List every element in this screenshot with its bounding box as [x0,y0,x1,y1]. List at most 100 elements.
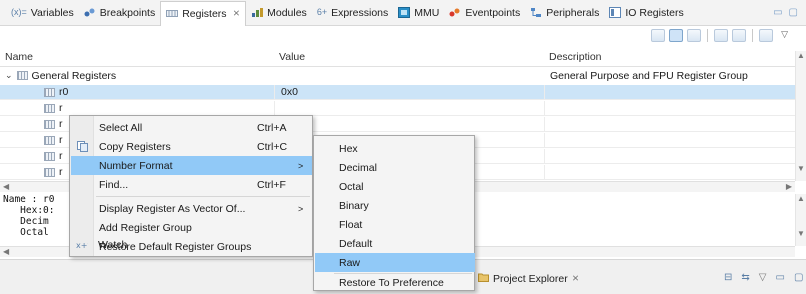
menu-item-display-as-vector[interactable]: Display Register As Vector Of... > [71,199,312,218]
variables-icon: (x)= [11,7,27,17]
minimize-icon[interactable]: ▭ [775,272,784,283]
view-menu-icon[interactable]: ▽ [759,272,767,283]
register-icon [44,151,55,161]
menu-item-label: Display Register As Vector Of... [99,202,246,215]
tab-eventpoints[interactable]: Eventpoints [444,2,525,24]
register-value[interactable] [274,117,544,131]
close-icon[interactable]: ⨯ [233,8,241,19]
menu-item-label: Default [339,237,373,250]
menu-item-label: Float [339,218,363,231]
register-name: r [59,134,63,146]
link-editor-icon[interactable]: ⇆ [741,272,749,283]
menu-item-label: Hex [339,142,358,155]
menu-item-find[interactable]: Find... Ctrl+F [71,175,312,194]
menu-item-shortcut: Ctrl+A [257,121,287,134]
toolbar-divider [752,29,754,42]
view-tab-bar: (x)= Variables Breakpoints Registers ⨯ M… [0,0,806,26]
horizontal-layout-icon[interactable] [669,29,684,42]
tab-peripherals[interactable]: Peripherals [525,2,604,24]
menu-item-label: Find... [99,178,129,191]
register-group-row[interactable]: ⌄ General Registers General Purpose and … [0,68,795,83]
scroll-down-icon[interactable]: ▼ [796,164,806,173]
tab-label: Variables [30,6,74,19]
format-option-raw[interactable]: Raw [315,253,475,272]
format-option-decimal[interactable]: Decimal [315,158,475,177]
format-option-restore-preference[interactable]: Restore To Preference [315,273,475,292]
register-name: r [59,150,63,162]
vertical-layout-icon[interactable] [687,29,702,42]
view-menu-icon[interactable]: ▽ [781,29,788,42]
menu-item-label: Decimal [339,161,377,174]
tab-registers[interactable]: Registers ⨯ [160,0,247,26]
format-option-float[interactable]: Float [315,215,475,234]
settings-icon[interactable] [759,29,774,42]
tab-project-explorer[interactable]: Project Explorer ⨯ [478,272,579,285]
group-description: General Purpose and FPU Register Group [550,69,748,82]
column-header-value[interactable]: Value [274,51,544,66]
register-value[interactable] [274,101,544,115]
format-option-default[interactable]: Default [315,234,475,253]
tab-io-registers[interactable]: IO Registers [604,2,688,24]
table-row[interactable]: r0 0x0 [0,85,795,100]
register-value[interactable]: 0x0 [274,85,544,99]
scroll-up-icon[interactable]: ▲ [796,194,806,203]
collapse-all-icon[interactable] [714,29,729,42]
format-option-binary[interactable]: Binary [315,196,475,215]
expressions-icon: 6+ [316,7,328,17]
tab-variables[interactable]: (x)= Variables [6,2,79,24]
collapse-all-icon[interactable]: ⊟ [724,272,732,283]
tab-breakpoints[interactable]: Breakpoints [79,2,160,24]
io-registers-icon [609,7,622,18]
menu-item-shortcut: Ctrl+C [257,140,288,153]
scroll-up-icon[interactable]: ▲ [796,51,806,60]
tab-modules[interactable]: Modules [246,2,312,24]
menu-item-select-all[interactable]: Select All Ctrl+A [71,118,312,137]
menu-item-watch[interactable]: x+y Watch [70,235,311,254]
menu-item-label: Number Format [99,159,173,172]
scroll-down-icon[interactable]: ▼ [796,229,806,238]
tab-mmu[interactable]: MMU [393,2,444,24]
format-option-octal[interactable]: Octal [315,177,475,196]
group-name: General Registers [31,69,117,82]
window-controls: ▭ ▢ [773,7,798,18]
modules-icon [251,7,264,18]
new-group-icon[interactable] [732,29,747,42]
table-vertical-scrollbar[interactable]: ▲ ▼ [795,51,806,181]
breakpoints-icon [84,7,96,18]
chevron-down-icon[interactable]: ⌄ [5,70,13,81]
format-option-hex[interactable]: Hex [315,139,475,158]
scroll-left-icon[interactable]: ◀ [3,247,9,256]
maximize-icon[interactable]: ▢ [789,7,798,18]
scroll-right-icon[interactable]: ▶ [786,182,792,191]
menu-item-label: Raw [339,256,361,269]
tab-label: MMU [414,6,440,19]
peripherals-icon [530,7,542,18]
scroll-left-icon[interactable]: ◀ [3,182,9,191]
menu-item-copy-registers[interactable]: Copy Registers Ctrl+C [71,137,312,156]
minimize-icon[interactable]: ▭ [773,7,782,18]
column-header-name[interactable]: Name [0,51,274,66]
menu-item-label: Restore To Preference [339,276,444,289]
registers-icon [166,8,179,19]
table-header: Name Value Description [0,51,795,67]
layout-icon[interactable] [651,29,666,42]
register-name: r [59,166,63,178]
registers-toolbar: ▽ [651,29,788,42]
tab-expressions[interactable]: 6+ Expressions [312,2,393,24]
tab-label: Project Explorer [493,272,568,285]
menu-item-number-format[interactable]: Number Format > [71,156,312,175]
menu-item-label: Add Register Group [99,221,192,234]
table-row[interactable]: r [0,101,795,116]
number-format-submenu: Hex Decimal Octal Binary Float Default R… [313,135,475,291]
register-name: r [59,102,63,114]
tab-label: Modules [267,6,307,19]
maximize-icon[interactable]: ▢ [794,272,803,283]
menu-item-label: Octal [339,180,364,193]
tab-label: Breakpoints [99,6,156,19]
close-icon[interactable]: ⨯ [572,273,580,284]
register-icon [44,87,55,97]
mmu-icon [398,7,411,18]
folder-icon [478,272,489,285]
detail-vertical-scrollbar[interactable]: ▲ ▼ [795,194,806,246]
column-header-description[interactable]: Description [544,51,602,66]
